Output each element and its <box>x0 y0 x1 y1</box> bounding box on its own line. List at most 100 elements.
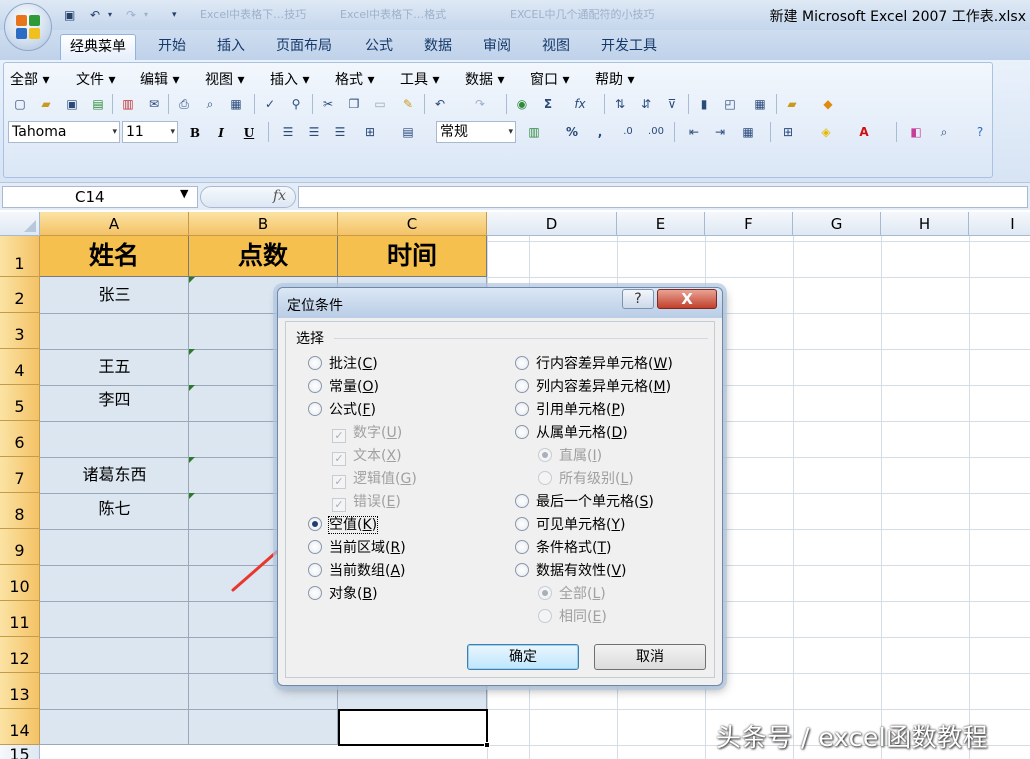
open-folder-icon[interactable]: ▰ <box>36 94 56 114</box>
sort-ascending-icon[interactable]: ⇅ <box>610 94 630 114</box>
font-size-combo[interactable]: 11 ▾ <box>122 121 178 143</box>
menu-file[interactable]: 文件 ▾ <box>76 69 115 89</box>
cell-a7[interactable]: 诸葛东西 <box>40 457 189 493</box>
checkbox-text[interactable]: ✓ 文本(X) <box>332 446 402 466</box>
option-current-region[interactable]: 当前区域(R) <box>308 538 406 558</box>
option-direct-only[interactable]: 直属(I) <box>538 446 602 466</box>
row-header[interactable]: 15 <box>0 745 40 759</box>
select-all-button[interactable] <box>0 212 40 236</box>
copy-icon[interactable]: ❐ <box>344 94 364 114</box>
redo-icon[interactable]: ↷ <box>126 6 136 24</box>
column-header[interactable]: F <box>705 212 793 236</box>
column-header[interactable]: A <box>40 212 189 236</box>
background-tab[interactable]: Excel中表格下…格式 <box>340 6 446 24</box>
increase-indent-icon[interactable]: ⇥ <box>710 122 730 142</box>
format-painter-icon[interactable]: ✎ <box>398 94 418 114</box>
row-header[interactable]: 8 <box>0 493 40 529</box>
checkbox-errors[interactable]: ✓ 错误(E) <box>332 492 401 512</box>
option-blanks[interactable]: 空值(K) <box>308 515 379 535</box>
cell-a5[interactable]: 李四 <box>40 385 189 421</box>
pdf-icon[interactable]: ▥ <box>118 94 138 114</box>
font-color-icon[interactable]: A <box>854 122 874 142</box>
option-current-array[interactable]: 当前数组(A) <box>308 561 406 581</box>
column-header[interactable]: B <box>189 212 338 236</box>
bold-button[interactable]: B <box>184 123 206 143</box>
row-header[interactable]: 10 <box>0 565 40 601</box>
shapes-gold-icon[interactable]: ◆ <box>818 94 838 114</box>
styles-icon[interactable]: ◧ <box>906 122 926 142</box>
tab-data[interactable]: 数据 <box>415 34 461 60</box>
align-center-icon[interactable]: ☰ <box>304 122 324 142</box>
column-header[interactable]: E <box>617 212 705 236</box>
option-dependents[interactable]: 从属单元格(D) <box>515 423 628 443</box>
office-button[interactable] <box>4 3 52 51</box>
insert-function-icon[interactable]: fx <box>570 94 590 114</box>
row-header[interactable]: 5 <box>0 385 40 421</box>
currency-icon[interactable]: ▥ <box>524 122 544 142</box>
cut-icon[interactable]: ✂ <box>318 94 338 114</box>
tab-insert[interactable]: 插入 <box>208 34 254 60</box>
ok-button[interactable]: 确定 <box>467 644 579 670</box>
tab-review[interactable]: 审阅 <box>474 34 520 60</box>
row-header[interactable]: 6 <box>0 421 40 457</box>
close-button[interactable]: X <box>657 289 717 309</box>
shapes-icon[interactable]: ◰ <box>720 94 740 114</box>
checkbox-logicals[interactable]: ✓ 逻辑值(G) <box>332 469 417 489</box>
align-left-icon[interactable]: ☰ <box>278 122 298 142</box>
print-preview-icon[interactable]: ⌕ <box>200 94 220 114</box>
font-name-combo[interactable]: Tahoma ▾ <box>8 121 120 143</box>
cell-b1[interactable]: 点数 <box>189 236 338 277</box>
paste-icon[interactable]: ▭ <box>370 94 390 114</box>
cell-a4[interactable]: 王五 <box>40 349 189 385</box>
option-conditional-formats[interactable]: 条件格式(T) <box>515 538 612 558</box>
decrease-indent-icon[interactable]: ⇤ <box>684 122 704 142</box>
borders-icon[interactable]: ⊞ <box>778 122 798 142</box>
decrease-decimal-icon[interactable]: .00 <box>646 122 666 142</box>
tab-home[interactable]: 开始 <box>149 34 195 60</box>
option-row-differences[interactable]: 行内容差异单元格(W) <box>515 354 673 374</box>
help-button[interactable]: ? <box>622 289 654 309</box>
cell-c1[interactable]: 时间 <box>338 236 487 277</box>
print-icon[interactable]: ⎙ <box>174 94 194 114</box>
menu-tools[interactable]: 工具 ▾ <box>400 69 439 89</box>
help-icon[interactable]: ? <box>970 122 990 142</box>
row-header[interactable]: 2 <box>0 277 40 313</box>
column-header[interactable]: D <box>487 212 617 236</box>
autosum-icon[interactable]: Σ <box>538 94 558 114</box>
menu-help[interactable]: 帮助 ▾ <box>595 69 634 89</box>
cell-styles-icon[interactable]: ▦ <box>738 122 758 142</box>
row-header[interactable]: 11 <box>0 601 40 637</box>
percent-icon[interactable]: % <box>562 122 582 142</box>
new-file-icon[interactable]: ▢ <box>10 94 30 114</box>
wrap-text-icon[interactable]: ▤ <box>398 122 418 142</box>
dialog-title-bar[interactable]: 定位条件 ? X <box>278 288 722 318</box>
option-precedents[interactable]: 引用单元格(P) <box>515 400 625 420</box>
row-header[interactable]: 1 <box>0 236 40 277</box>
column-header[interactable]: I <box>969 212 1030 236</box>
find-icon[interactable]: ⌕ <box>934 122 954 142</box>
menu-view[interactable]: 视图 ▾ <box>205 69 244 89</box>
menu-window[interactable]: 窗口 ▾ <box>530 69 569 89</box>
menu-all[interactable]: 全部 ▾ <box>10 69 49 89</box>
option-formulas[interactable]: 公式(F) <box>308 400 376 420</box>
number-format-combo[interactable]: 常规 ▾ <box>436 121 516 143</box>
save-icon[interactable]: ▣ <box>62 94 82 114</box>
permission-icon[interactable]: ▤ <box>88 94 108 114</box>
column-header[interactable]: C <box>338 212 487 236</box>
cancel-button[interactable]: 取消 <box>594 644 706 670</box>
option-column-differences[interactable]: 列内容差异单元格(M) <box>515 377 671 397</box>
hyperlink-icon[interactable]: ◉ <box>512 94 532 114</box>
tab-classic-menu[interactable]: 经典菜单 <box>60 34 136 60</box>
email-icon[interactable]: ✉ <box>144 94 164 114</box>
undo-icon[interactable]: ↶ <box>430 94 450 114</box>
italic-button[interactable]: I <box>210 123 232 143</box>
folder-icon[interactable]: ▰ <box>782 94 802 114</box>
row-header[interactable]: 13 <box>0 673 40 709</box>
option-constants[interactable]: 常量(O) <box>308 377 379 397</box>
align-right-icon[interactable]: ☰ <box>330 122 350 142</box>
cell-a2[interactable]: 张三 <box>40 277 189 313</box>
option-last-cell[interactable]: 最后一个单元格(S) <box>515 492 654 512</box>
underline-button[interactable]: U <box>238 123 260 143</box>
checkbox-numbers[interactable]: ✓ 数字(U) <box>332 423 402 443</box>
comma-style-icon[interactable]: , <box>590 122 610 142</box>
